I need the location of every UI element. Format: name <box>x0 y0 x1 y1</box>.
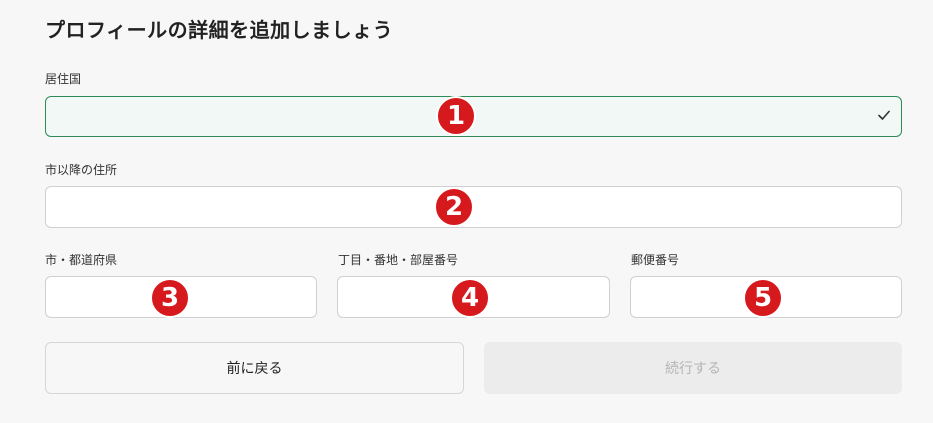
marker-1: 1 <box>436 96 476 136</box>
continue-button[interactable]: 続行する <box>484 342 902 394</box>
page-title: プロフィールの詳細を追加しましょう <box>45 18 394 42</box>
marker-2: 2 <box>434 187 474 227</box>
marker-4: 4 <box>450 278 490 318</box>
back-button[interactable]: 前に戻る <box>45 342 464 394</box>
marker-3: 3 <box>150 278 190 318</box>
address-line-label: 市以降の住所 <box>45 163 118 177</box>
country-label: 居住国 <box>45 72 82 86</box>
check-icon <box>878 110 890 120</box>
prefecture-label: 市・都道府県 <box>45 253 118 267</box>
postal-label: 郵便番号 <box>631 253 680 267</box>
block-label: 丁目・番地・部屋番号 <box>338 253 459 267</box>
marker-5: 5 <box>743 278 783 318</box>
